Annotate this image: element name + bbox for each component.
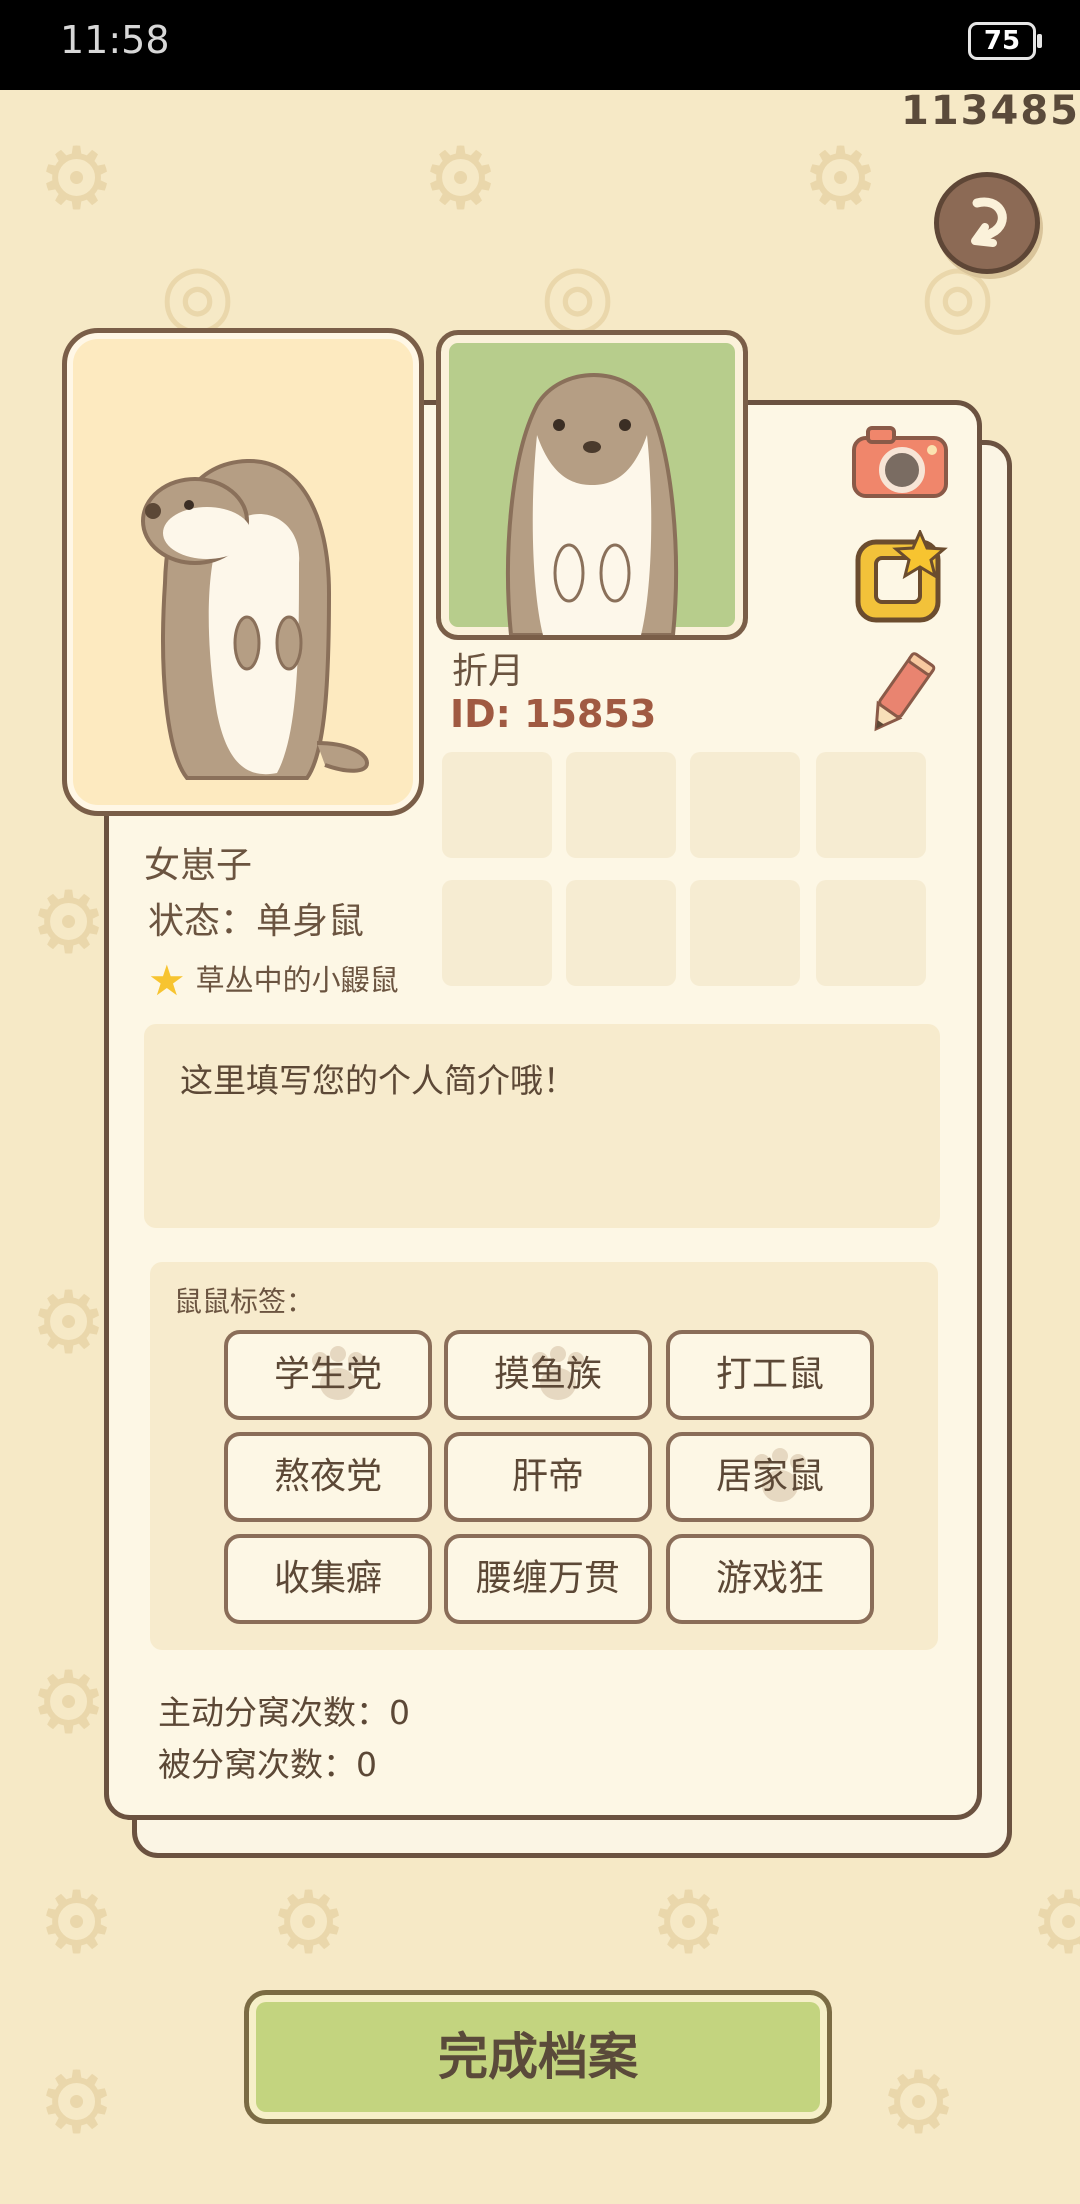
camera-button[interactable] [850,418,948,514]
compass-icon: ◎ [160,245,236,345]
avatar-headshot[interactable] [436,330,748,640]
tag-label: 收集癖 [273,1558,382,1599]
tag-label: 摸鱼族 [493,1354,602,1395]
status-bar: 11:58 75 [0,0,1080,90]
gear-icon: ⚙ [30,1273,108,1373]
gear-icon: ⚙ [422,129,500,229]
tag-slacker[interactable]: 摸鱼族 [444,1330,652,1420]
badge-slot[interactable] [690,752,800,858]
tag-label: 居家鼠 [715,1456,824,1497]
otter-illustration [506,373,678,635]
badge-slot[interactable] [566,752,676,858]
title-text: 草丛中的小鼹鼠 [195,963,399,997]
gear-icon: ⚙ [30,873,108,973]
tag-label: 腰缠万贯 [475,1558,620,1599]
gear-icon: ⚙ [802,129,880,229]
bio-box[interactable]: 这里填写您的个人简介哦！ [144,1024,940,1228]
badge-slot[interactable] [690,880,800,986]
bio-placeholder: 这里填写您的个人简介哦！ [180,1061,576,1100]
tag-label: 游戏狂 [715,1558,824,1599]
badge-slot[interactable] [442,752,552,858]
edit-button[interactable] [860,648,956,744]
tag-worker[interactable]: 打工鼠 [666,1330,874,1420]
gear-icon: ⚙ [650,1873,728,1973]
battery-icon: 75 [968,22,1042,60]
avatar-full-body[interactable] [62,328,424,816]
badge-slot[interactable] [816,880,926,986]
star-icon: ★ [148,956,186,1005]
gender-label: 女崽子 [144,845,253,886]
badge-slot[interactable] [566,880,676,986]
nickname: 折月 [452,651,525,692]
compass-icon: ◎ [540,245,616,345]
tag-homebody[interactable]: 居家鼠 [666,1432,874,1522]
tag-student[interactable]: 学生党 [224,1330,432,1420]
gear-icon: ⚙ [1030,1873,1080,1973]
finish-profile-button[interactable]: 完成档案 [244,1990,832,2124]
tag-label: 熬夜党 [273,1456,382,1497]
pencil-icon [874,652,936,732]
tag-wealthy[interactable]: 腰缠万贯 [444,1534,652,1624]
tag-label: 肝帝 [511,1456,584,1497]
back-button[interactable] [934,172,1040,274]
tag-label: 学生党 [273,1354,382,1395]
badge-slot[interactable] [816,752,926,858]
active-split-count: 主动分窝次数：0 [158,1693,410,1732]
gear-icon: ⚙ [270,1873,348,1973]
tag-collector[interactable]: 收集癖 [224,1534,432,1624]
gear-icon: ⚙ [38,1873,116,1973]
badge-slot[interactable] [442,880,552,986]
relationship-status: 状态：单身鼠 [148,901,365,942]
gear-icon: ⚙ [30,1653,108,1753]
tag-label: 打工鼠 [715,1354,824,1395]
camera-icon [852,426,948,498]
tags-label: 鼠鼠标签： [174,1285,315,1318]
back-arrow-icon [971,197,1007,247]
passive-split-count: 被分窝次数：0 [158,1745,377,1784]
gear-icon: ⚙ [38,129,116,229]
user-id: ID: 15853 [450,692,657,736]
title-badge: ★ 草丛中的小鼹鼠 [148,956,399,1005]
gear-icon: ⚙ [38,2053,116,2153]
tag-gamer[interactable]: 游戏狂 [666,1534,874,1624]
otter-illustration [141,458,370,780]
frame-star-icon [855,528,948,623]
tag-night-owl[interactable]: 熬夜党 [224,1432,432,1522]
frame-button[interactable] [852,528,948,626]
coin-counter: 113485 [901,88,1080,134]
tag-grinder[interactable]: 肝帝 [444,1432,652,1522]
gear-icon: ⚙ [880,2053,958,2153]
status-time: 11:58 [60,18,170,62]
